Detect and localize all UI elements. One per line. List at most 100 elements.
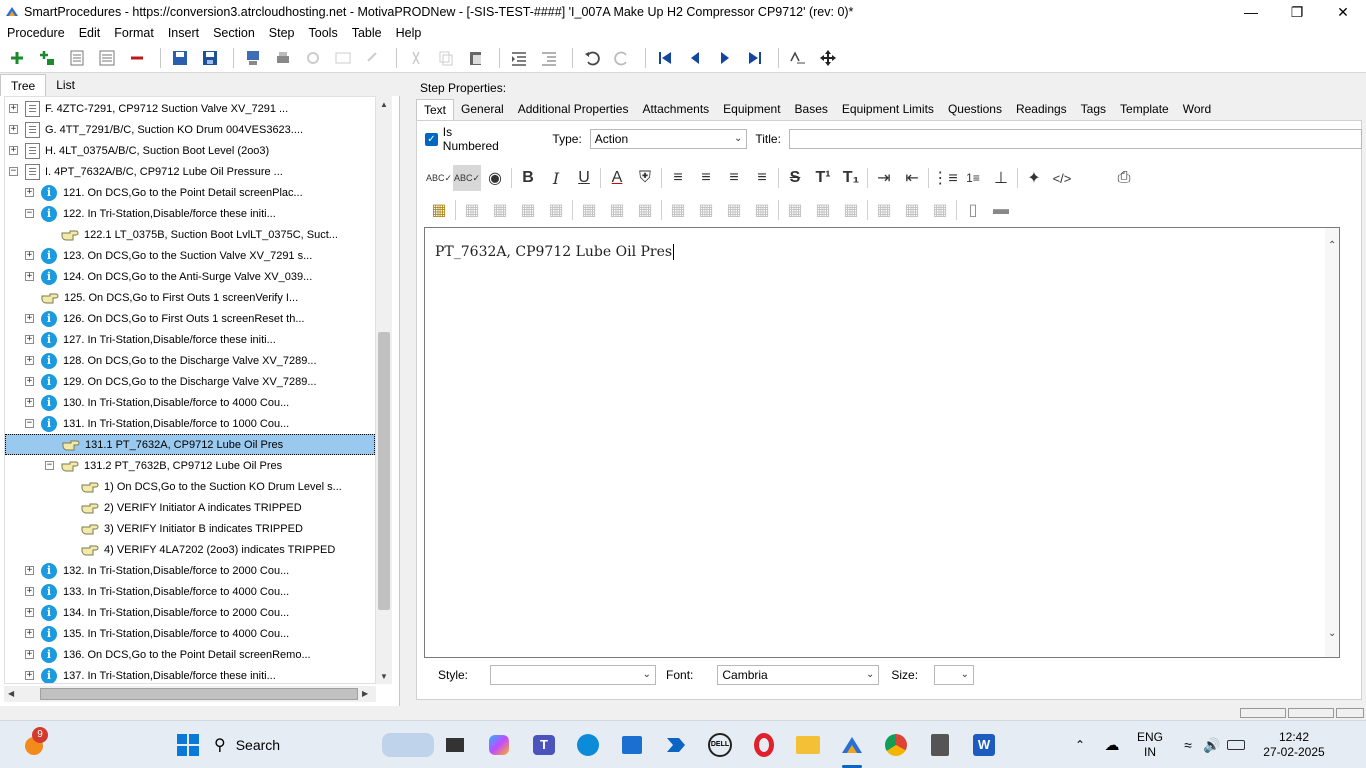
type-select[interactable]: Action ⌄ [589,129,748,149]
tree-node[interactable]: + i 124. On DCS,Go to the Anti-Surge Valve… [25,266,312,287]
numbered-list-icon[interactable]: 1≡ [959,165,987,191]
image-placeholder-icon[interactable]: ▯ [959,197,987,223]
tree-node[interactable]: − i 131. In Tri-Station,Disable/force to 1… [25,413,289,434]
font-select[interactable]: Cambria ⌄ [717,665,880,685]
fill-color-icon[interactable]: ⛨ [631,165,659,191]
tree-node[interactable]: 125. On DCS,Go to First Outs 1 screenVer… [25,287,298,308]
copilot-icon[interactable] [485,731,513,759]
magic-wand-icon[interactable]: ✦ [1020,165,1048,191]
tree-node[interactable]: + i 127. In Tri-Station,Disable/force thes… [25,329,276,350]
tree-hscroll-thumb[interactable] [40,688,358,700]
tree-horizontal-scrollbar[interactable]: ◀ ▶ [4,686,376,702]
file-explorer-icon[interactable] [794,731,822,759]
clock[interactable]: 12:42 27-02-2025 [1254,730,1334,760]
tab-equipment-limits[interactable]: Equipment Limits [835,99,941,121]
first-icon[interactable] [652,45,678,71]
tree-node[interactable]: + i 128. On DCS,Go to the Discharge Valve … [25,350,317,371]
spell-check-auto-icon[interactable]: ABC✓ [453,165,481,191]
tree-node[interactable]: − I. 4PT_7632A/B/C, CP9712 Lube Oil Press… [9,161,283,182]
expand-icon[interactable]: + [9,125,18,134]
menu-edit[interactable]: Edit [72,24,108,43]
tree-node[interactable]: 122.1 LT_0375B, Suction Boot LvlLT_0375C… [45,224,338,245]
move-icon[interactable] [815,45,841,71]
save-all-icon[interactable] [167,45,193,71]
indent-right-icon[interactable]: ⇥ [870,165,898,191]
tree-node[interactable]: + i 136. On DCS,Go to the Point Detail scr… [25,644,311,665]
tree-node[interactable]: 4) VERIFY 4LA7202 (2oo3) indicates TRIPP… [65,539,335,560]
collapse-icon[interactable]: − [25,209,34,218]
save-icon[interactable] [197,45,223,71]
minimize-button[interactable]: — [1228,0,1274,24]
restore-button[interactable]: ❐ [1274,0,1320,24]
tab-text[interactable]: Text [416,99,455,121]
align-center-icon[interactable]: ≡ [692,165,720,191]
align-right-icon[interactable]: ≡ [720,165,748,191]
menu-section[interactable]: Section [206,24,262,43]
indent-left-icon[interactable]: ⇤ [898,165,926,191]
subscript-button[interactable]: T₁ [837,165,865,191]
teams-icon[interactable]: T [530,731,558,759]
add-child-icon[interactable] [34,45,60,71]
language-indicator[interactable]: ENG IN [1130,730,1170,760]
tree-node[interactable]: + i 137. In Tri-Station,Disable/force thes… [25,665,276,683]
italic-button[interactable]: I [542,165,570,191]
spell-check-icon[interactable] [785,45,811,71]
tab-additional-properties[interactable]: Additional Properties [511,99,636,121]
tab-attachments[interactable]: Attachments [635,99,716,121]
expand-icon[interactable]: + [25,314,34,323]
undo-icon[interactable] [579,45,605,71]
opera-icon[interactable] [750,731,778,759]
expand-icon[interactable]: + [25,335,34,344]
insert-table-icon[interactable]: ▦ [425,197,453,223]
spell-check-abc-icon[interactable]: ABC✓ [425,165,453,191]
print-preview-icon[interactable]: ⎙ [1110,165,1138,191]
menu-insert[interactable]: Insert [161,24,206,43]
close-button[interactable]: ✕ [1320,0,1366,24]
paste-icon[interactable] [463,45,489,71]
tree-node[interactable]: + H. 4LT_0375A/B/C, Suction Boot Level (2… [9,140,269,161]
superscript-button[interactable]: T¹ [809,165,837,191]
list-icon[interactable] [64,45,90,71]
horizontal-bar-icon[interactable]: ▬ [987,197,1015,223]
expand-icon[interactable]: + [25,608,34,617]
expand-icon[interactable]: + [25,377,34,386]
expand-icon[interactable]: + [25,671,34,680]
tree-node[interactable]: − 131.2 PT_7632B, CP9712 Lube Oil Pres [45,455,282,476]
bold-button[interactable]: B [514,165,542,191]
show-hidden-icons-icon[interactable]: ⌃ [1066,731,1094,759]
tree-vertical-scrollbar[interactable]: ▲ ▼ [376,96,392,684]
editor-scrollbar[interactable]: ⌃ ⌄ [1325,228,1339,657]
outdent-icon[interactable] [536,45,562,71]
last-icon[interactable] [742,45,768,71]
font-color-button[interactable]: A [603,165,631,191]
edge-icon[interactable] [574,731,602,759]
collapse-icon[interactable]: − [9,167,18,176]
menu-table[interactable]: Table [345,24,389,43]
expand-icon[interactable]: + [25,251,34,260]
bullet-list-icon[interactable]: ⋮≡ [931,165,959,191]
menu-step[interactable]: Step [262,24,302,43]
tree-node[interactable]: + i 126. On DCS,Go to First Outs 1 screenR… [25,308,304,329]
previous-icon[interactable] [682,45,708,71]
tab-template[interactable]: Template [1113,99,1176,121]
tree-node[interactable]: + i 135. In Tri-Station,Disable/force to 4… [25,623,289,644]
remote-app-icon[interactable] [926,731,954,759]
tree-node[interactable]: 2) VERIFY Initiator A indicates TRIPPED [65,497,302,518]
palette-icon[interactable]: ◉ [481,165,509,191]
collapse-icon[interactable]: − [45,461,54,470]
tab-bases[interactable]: Bases [788,99,835,121]
chrome-icon[interactable] [882,731,910,759]
tab-word[interactable]: Word [1176,99,1218,121]
tab-questions[interactable]: Questions [941,99,1009,121]
tree-node[interactable]: + G. 4TT_7291/B/C, Suction KO Drum 004VES… [9,119,303,140]
expand-icon[interactable]: + [25,629,34,638]
title-input[interactable] [788,129,1362,149]
tree-node[interactable]: 3) VERIFY Initiator B indicates TRIPPED [65,518,303,539]
expand-icon[interactable]: + [25,650,34,659]
windows-start-icon[interactable] [174,731,202,759]
taskbar-search[interactable]: ⚲ Search [214,729,434,761]
smartprocedures-taskbar-icon[interactable] [838,731,866,759]
print-icon[interactable] [270,45,296,71]
network-status-icon[interactable]: ☁ [1098,731,1126,759]
tab-tags[interactable]: Tags [1074,99,1113,121]
